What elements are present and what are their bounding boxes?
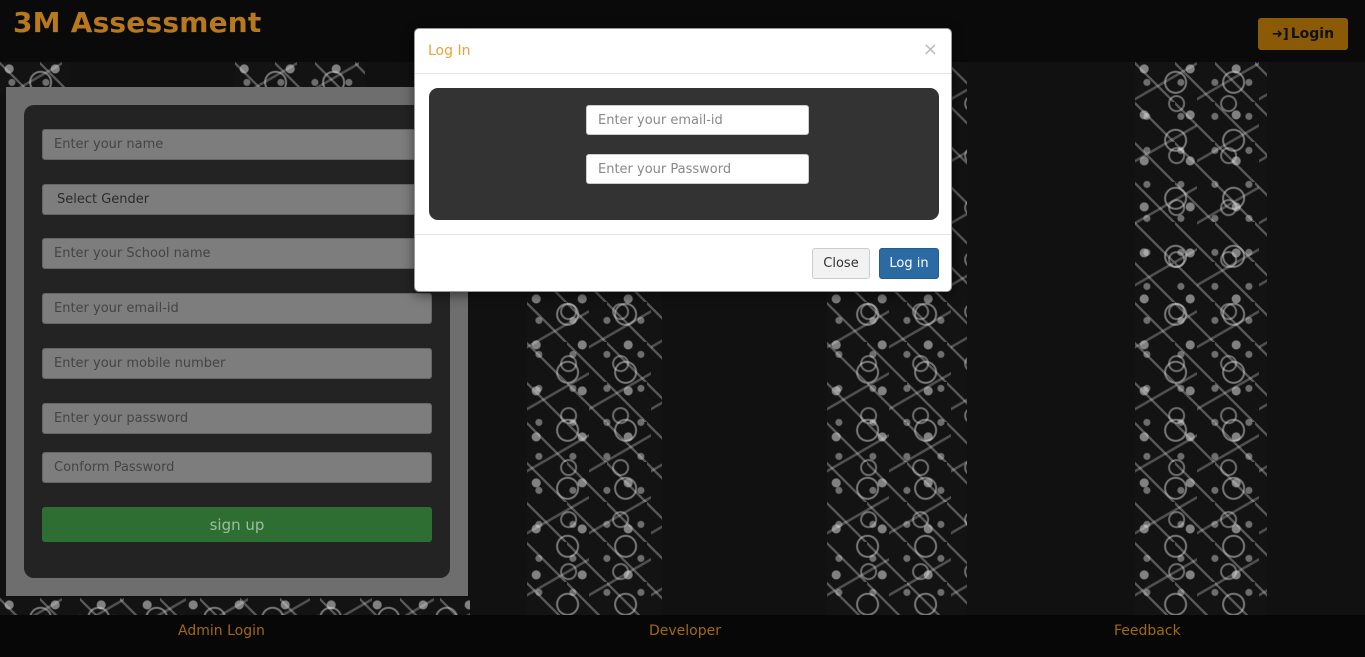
signup-password-field[interactable]: Enter your password	[42, 403, 432, 434]
login-modal: Log In × Enter your email-id Enter your …	[414, 28, 952, 292]
background-doodles	[235, 62, 365, 88]
footer-bar: Admin Login Developer Feedback	[0, 615, 1365, 657]
modal-header: Log In ×	[415, 29, 951, 74]
login-form-panel: Enter your email-id Enter your Password	[429, 88, 939, 220]
header-login-label: Login	[1290, 26, 1335, 42]
login-submit-button[interactable]: Log in	[879, 248, 939, 279]
signup-button[interactable]: sign up	[42, 507, 432, 542]
modal-title: Log In	[428, 43, 471, 59]
background-doodles	[0, 598, 470, 615]
brand-title: 3M Assessment	[13, 6, 262, 39]
sign-in-icon: ➜]	[1271, 26, 1289, 42]
gender-select[interactable]: Select Gender	[42, 184, 432, 215]
header-login-button[interactable]: ➜] Login	[1258, 18, 1348, 50]
signup-email-field[interactable]: Enter your email-id	[42, 293, 432, 324]
name-field[interactable]: Enter your name	[42, 129, 432, 160]
modal-divider	[415, 234, 951, 235]
feedback-link[interactable]: Feedback	[1114, 623, 1181, 639]
mobile-field[interactable]: Enter your mobile number	[42, 348, 432, 379]
login-email-field[interactable]: Enter your email-id	[586, 105, 809, 135]
school-field[interactable]: Enter your School name	[42, 238, 432, 269]
developer-link[interactable]: Developer	[649, 623, 721, 639]
background-doodles	[1135, 62, 1267, 615]
confirm-password-field[interactable]: Conform Password	[42, 452, 432, 483]
close-icon[interactable]: ×	[923, 39, 938, 60]
admin-login-link[interactable]: Admin Login	[178, 623, 265, 639]
login-password-field[interactable]: Enter your Password	[586, 154, 809, 184]
close-button[interactable]: Close	[812, 248, 870, 279]
